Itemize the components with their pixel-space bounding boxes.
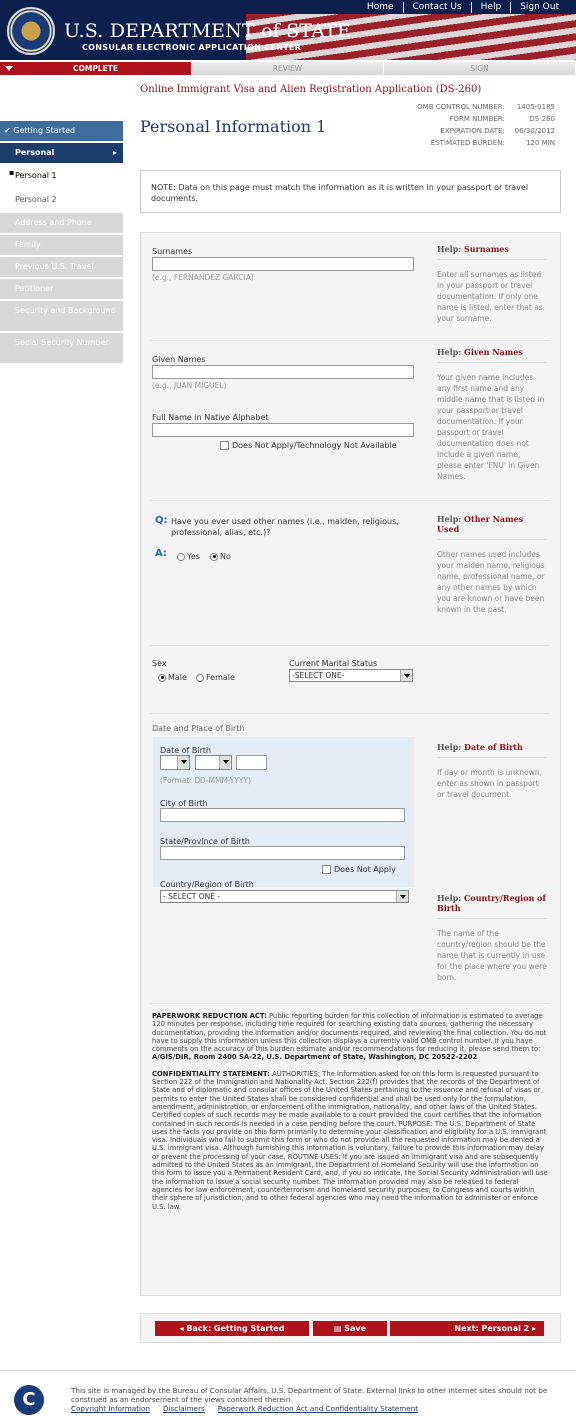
nav-sign-out[interactable]: Sign Out <box>510 2 568 13</box>
chevron-down-icon <box>400 670 412 681</box>
other-names-no-radio[interactable]: No <box>210 552 231 561</box>
dob-day-select[interactable] <box>160 755 190 770</box>
native-name-na-checkbox[interactable]: Does Not Apply/Technology Not Available <box>220 441 397 450</box>
site-title: U.S. DEPARTMENT of STATE <box>64 20 352 42</box>
sidebar-item-family: Family <box>0 235 123 255</box>
divider <box>150 645 550 646</box>
checkmark-icon: ✔ <box>4 126 14 135</box>
nav-contact-us[interactable]: Contact Us <box>402 2 471 13</box>
sidebar-item-petitioner: Petitioner <box>0 279 123 299</box>
chevron-down-icon <box>219 756 231 769</box>
next-button[interactable]: Next: Personal 2 ▸ <box>390 1321 544 1336</box>
confidentiality-statement: CONFIDENTIALITY STATEMENT: AUTHORITIES: … <box>152 1069 548 1211</box>
site-footer: C This site is managed by the Bureau of … <box>0 1370 576 1416</box>
form-title: Online Immigrant Visa and Alien Registra… <box>140 84 482 95</box>
given-names-hint: (e.g., JUAN MIGUEL) <box>152 381 227 390</box>
divider <box>150 500 550 501</box>
dob-format-hint: (Format: DD-MMM-YYYY) <box>160 776 252 785</box>
legal-text: PAPERWORK REDUCTION ACT: Public reportin… <box>152 1012 550 1219</box>
divider <box>150 1003 550 1004</box>
country-of-birth-select[interactable]: - SELECT ONE - <box>160 890 409 903</box>
sidebar-item-personal-2[interactable]: Personal 2 <box>0 189 123 211</box>
step-review: REVIEW <box>192 62 384 75</box>
city-of-birth-input[interactable] <box>160 808 405 822</box>
help-given-names: Help: Given Names Your given name includ… <box>437 347 547 482</box>
sidebar-item-ssn: Social Security Number <box>0 333 123 363</box>
radio-icon <box>177 552 185 561</box>
sidebar-item-personal-1[interactable]: ▪ Personal 1 <box>0 165 123 187</box>
state-of-birth-label: State/Province of Birth <box>160 837 250 846</box>
omb-info: OMB CONTROL NUMBER: 1405-0185 FORM NUMBE… <box>417 103 555 147</box>
answer-marker: A: <box>155 548 167 559</box>
city-of-birth-label: City of Birth <box>160 799 208 808</box>
save-icon: ▤ <box>333 1324 345 1333</box>
disclaimers-link[interactable]: Disclaimers <box>163 1404 205 1413</box>
radio-selected-icon <box>158 673 166 682</box>
chevron-right-icon: ▸ <box>112 148 117 157</box>
surnames-input[interactable] <box>152 257 414 271</box>
paperwork-act-link[interactable]: Paperwork Reduction Act and Confidential… <box>218 1404 418 1413</box>
chevron-down-icon <box>5 66 13 71</box>
chevron-down-icon <box>177 756 189 769</box>
native-name-input[interactable] <box>152 423 414 437</box>
sidebar-item-getting-started[interactable]: ✔ Getting Started <box>0 121 123 141</box>
sidebar-nav: ✔ Getting Started Personal ▸ ▪ Personal 1 … <box>0 121 123 365</box>
marital-status-select[interactable]: -SELECT ONE- <box>289 669 413 682</box>
help-country: Help: Country/Region of Birth The name o… <box>437 893 547 982</box>
dob-section-label: Date and Place of Birth <box>152 724 245 733</box>
radio-icon <box>196 673 204 682</box>
dob-year-input[interactable] <box>236 755 267 770</box>
step-sign: SIGN <box>384 62 576 75</box>
nav-help[interactable]: Help <box>470 2 511 13</box>
help-other-names: Help: Other Names Used Other names used … <box>437 514 547 615</box>
state-department-seal <box>7 7 55 55</box>
radio-selected-icon <box>210 552 218 561</box>
native-name-label: Full Name in Native Alphabet <box>152 413 269 422</box>
surnames-label: Surnames <box>152 247 193 256</box>
help-dob: Help: Date of Birth If day or month is u… <box>437 742 547 800</box>
other-names-question: Have you ever used other names (i.e., ma… <box>171 517 399 537</box>
sidebar-item-security: Security and Background <box>0 301 123 331</box>
sex-male-radio[interactable]: Male <box>158 673 187 682</box>
dob-label: Date of Birth <box>160 746 212 755</box>
state-of-birth-input[interactable] <box>160 846 405 860</box>
country-of-birth-label: Country/Region of Birth <box>160 880 254 889</box>
divider <box>150 340 550 341</box>
form-navigation: ◂ Back: Getting Started ▤ Save Next: Per… <box>140 1313 561 1343</box>
marital-status-label: Current Marital Status <box>289 659 378 668</box>
checkbox-icon <box>322 865 331 874</box>
step-complete: COMPLETE <box>0 62 192 75</box>
dob-month-select[interactable] <box>195 755 232 770</box>
footer-disclaimer: This site is managed by the Bureau of Co… <box>71 1386 548 1404</box>
sidebar-item-previous-travel: Previous U.S. Travel <box>0 257 123 277</box>
page-title: Personal Information 1 <box>140 117 327 136</box>
site-header: U.S. DEPARTMENT of STATE CONSULAR ELECTR… <box>0 0 576 60</box>
surnames-hint: (e.g., FERNANDEZ GARCIA) <box>152 273 254 282</box>
help-surnames: Help: Surnames Enter all surnames as lis… <box>437 244 547 324</box>
footer-links: Copyright Information Disclaimers Paperw… <box>71 1404 418 1413</box>
given-names-label: Given Names <box>152 355 206 364</box>
divider <box>150 713 550 714</box>
paperwork-reduction-act: PAPERWORK REDUCTION ACT: Public reportin… <box>152 1012 547 1062</box>
current-marker-icon: ▪ <box>9 168 15 177</box>
state-na-checkbox[interactable]: Does Not Apply <box>322 865 396 874</box>
back-button[interactable]: ◂ Back: Getting Started <box>155 1321 309 1336</box>
checkbox-icon <box>220 441 229 450</box>
sidebar-item-address-phone: Address and Phone <box>0 213 123 233</box>
sidebar-item-personal[interactable]: Personal ▸ <box>0 143 123 163</box>
save-button[interactable]: ▤ Save <box>313 1321 387 1336</box>
given-names-input[interactable] <box>152 365 414 379</box>
other-names-yes-radio[interactable]: Yes <box>177 552 200 561</box>
sex-label: Sex <box>152 659 167 668</box>
site-subtitle: CONSULAR ELECTRONIC APPLICATION CENTER <box>82 43 302 52</box>
passport-note: NOTE: Data on this page must match the i… <box>140 170 561 213</box>
copyright-link[interactable]: Copyright Information <box>71 1404 150 1413</box>
sex-female-radio[interactable]: Female <box>196 673 235 682</box>
top-nav: Home Contact Us Help Sign Out <box>358 2 568 13</box>
question-marker: Q: <box>155 515 168 526</box>
chevron-down-icon <box>396 891 408 902</box>
nav-home[interactable]: Home <box>358 2 403 13</box>
progress-bar: COMPLETE REVIEW SIGN <box>0 62 576 75</box>
consular-affairs-logo: C <box>14 1385 44 1415</box>
